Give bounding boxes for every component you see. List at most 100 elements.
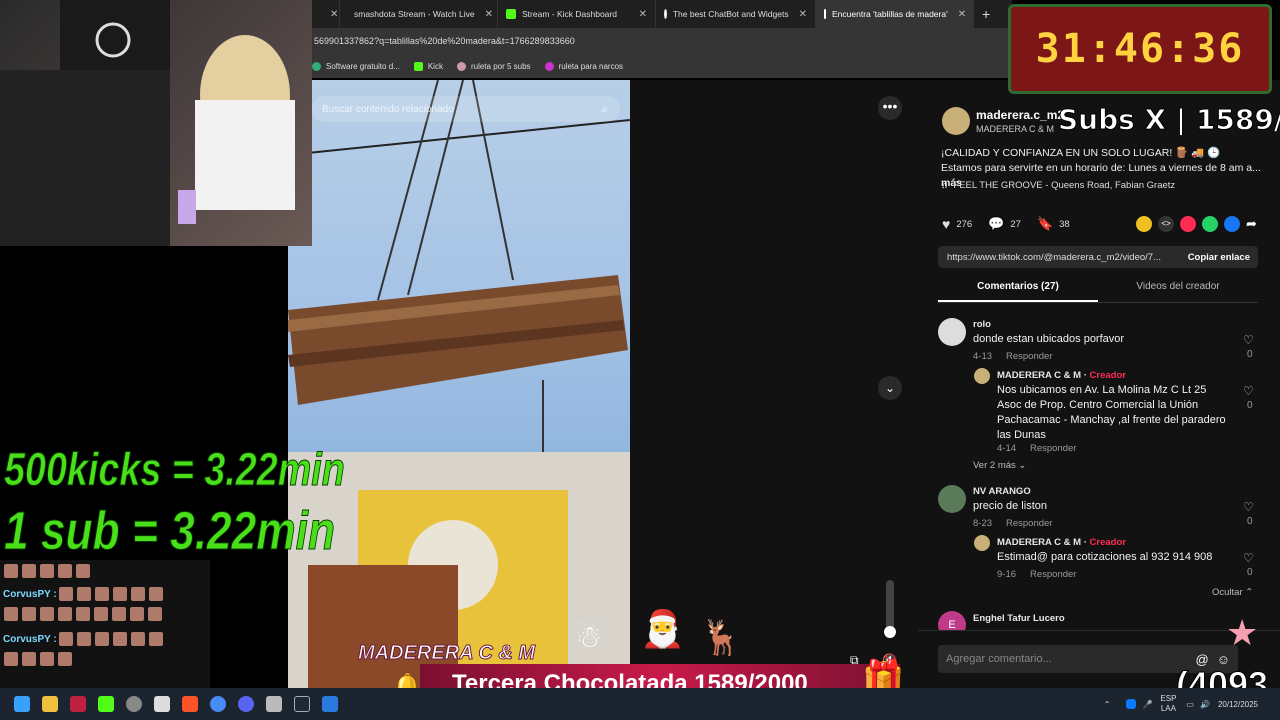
avatar[interactable] — [974, 368, 990, 384]
comment-date: 4-14 — [997, 443, 1017, 454]
clock-date[interactable]: 20/12/2025 — [1218, 700, 1258, 709]
avatar[interactable] — [942, 107, 970, 135]
sub-rule-text: 1 sub = 3.22min — [4, 501, 336, 562]
file-explorer-icon[interactable] — [42, 696, 58, 712]
network-icon[interactable]: ▭ — [1186, 700, 1194, 709]
avatar[interactable] — [974, 535, 990, 551]
windows-start-icon[interactable] — [14, 696, 30, 712]
chrome-icon[interactable] — [210, 696, 226, 712]
more-options-button[interactable]: ••• — [878, 96, 902, 120]
music-row[interactable]: ♫ FEEL THE GROOVE - Queens Road, Fabian … — [941, 180, 1175, 191]
app-icon[interactable] — [322, 696, 338, 712]
browser-tab-bar: ✕ smashdota Stream - Watch Live ✕ Stream … — [312, 0, 1012, 28]
language-indicator[interactable]: ESP LAA — [1160, 694, 1176, 714]
chat-username[interactable]: CorvusPY : — [3, 589, 57, 600]
close-icon[interactable]: ✕ — [475, 9, 493, 20]
coin-icon[interactable] — [1136, 216, 1152, 232]
reply-button[interactable]: Responder — [1030, 443, 1076, 454]
chat-emotes — [0, 560, 210, 585]
chevron-up-icon: ⌃ — [1245, 587, 1254, 598]
copy-link-button[interactable]: Copiar enlace — [1188, 252, 1258, 263]
avatar[interactable] — [938, 318, 966, 346]
tab-smashdota[interactable]: smashdota Stream - Watch Live ✕ — [340, 0, 498, 28]
bookmark-kick[interactable]: Kick — [413, 61, 443, 71]
video-caption: MADERERA C & M — [357, 642, 536, 665]
hide-replies[interactable]: Ocultar ⌃ — [1212, 587, 1253, 598]
facebook-icon[interactable] — [1224, 216, 1240, 232]
santa-decoration: 🎅 — [640, 608, 685, 649]
tab-chatbot[interactable]: The best ChatBot and Widgets ✕ — [656, 0, 816, 28]
music-note-icon: ♫ — [941, 180, 949, 191]
view-more-replies[interactable]: Ver 2 más ⌄ — [973, 460, 1026, 471]
volume-slider[interactable] — [884, 580, 896, 638]
app-icon[interactable] — [266, 696, 282, 712]
comment-like-count: 0 — [1247, 516, 1253, 527]
send-icon[interactable] — [1180, 216, 1196, 232]
related-search-input[interactable]: Buscar contenido relacionado ⌕ — [312, 96, 620, 122]
share-link-text[interactable]: https://www.tiktok.com/@maderera.c_m2/vi… — [938, 252, 1174, 263]
patrick-decoration: ★ — [1226, 612, 1259, 653]
video-player[interactable] — [288, 80, 630, 688]
comment-author[interactable]: rolo — [973, 319, 991, 330]
address-bar[interactable]: 569901337862?q=tablillas%20de%20madera&t… — [312, 28, 1012, 54]
comment-author[interactable]: MADERERA C & M · Creador — [997, 370, 1126, 381]
bookmark-software[interactable]: Software gratuito d... — [312, 61, 400, 71]
bookmark-ruleta-subs[interactable]: ruleta por 5 subs — [456, 61, 531, 71]
tab-tiktok-search[interactable]: Encuentra 'tablillas de madera' ✕ — [816, 0, 974, 28]
comment-like-icon[interactable]: ♡ — [1243, 384, 1254, 398]
close-icon[interactable]: ✕ — [789, 9, 807, 20]
comment-like-icon[interactable]: ♡ — [1243, 551, 1254, 565]
tab-creator-videos[interactable]: Videos del creador — [1098, 281, 1258, 292]
bookmark-ruleta-narcos[interactable]: ruleta para narcos — [544, 61, 623, 71]
app-icon[interactable] — [70, 696, 86, 712]
bookmark-icon — [456, 61, 466, 71]
comment-author[interactable]: Enghel Tafur Lucero — [973, 613, 1065, 624]
search-icon[interactable]: ⌕ — [601, 102, 608, 117]
comment-author[interactable]: NV ARANGO — [973, 486, 1031, 497]
chevron-up-icon[interactable]: ⌃ — [1104, 700, 1111, 709]
chat-username[interactable]: CorvusPY : — [3, 634, 57, 645]
whatsapp-icon[interactable] — [1202, 216, 1218, 232]
kick-icon[interactable] — [98, 696, 114, 712]
share-link-box: https://www.tiktok.com/@maderera.c_m2/vi… — [938, 246, 1258, 268]
reply-button[interactable]: Responder — [1030, 569, 1076, 580]
creator-username[interactable]: maderera.c_m2 — [976, 108, 1064, 122]
embed-icon[interactable]: <> — [1158, 216, 1174, 232]
brave-icon[interactable] — [182, 696, 198, 712]
reply-button[interactable]: Responder — [1006, 351, 1052, 362]
bookmark-icon — [312, 61, 321, 71]
comment-like-icon[interactable]: ♡ — [1243, 333, 1254, 347]
avatar[interactable] — [938, 485, 966, 513]
stats-row: ♥ 276 💬 27 🔖 38 — [942, 216, 1070, 232]
close-icon[interactable]: ✕ — [948, 9, 966, 20]
tab-comments[interactable]: Comentarios (27) — [938, 281, 1098, 292]
comment-like-icon[interactable]: ♡ — [1243, 500, 1254, 514]
tray-icon[interactable] — [1126, 699, 1137, 709]
volume-icon[interactable]: 🔊 — [1200, 700, 1210, 709]
chat-emotes — [0, 648, 210, 675]
share-arrow-icon[interactable]: ➦ — [1246, 216, 1257, 232]
volume-handle[interactable] — [884, 626, 896, 638]
bookmark-icon[interactable]: 🔖 — [1037, 216, 1053, 232]
comment-icon[interactable]: 💬 — [988, 216, 1004, 232]
reply-button[interactable]: Responder — [1006, 518, 1052, 529]
kick-icon — [506, 9, 516, 19]
like-icon[interactable]: ♥ — [942, 216, 950, 232]
tab-kick-dashboard[interactable]: Stream - Kick Dashboard ✕ — [498, 0, 656, 28]
tab-close-partial[interactable]: ✕ — [312, 0, 340, 28]
webcam-overlay — [0, 0, 312, 246]
comment-text: Nos ubicamos en Av. La Molina Mz C Lt 25… — [997, 384, 1226, 441]
kicks-rule-text: 500kicks = 3.22min — [4, 443, 346, 496]
new-tab-button[interactable]: + — [974, 0, 998, 28]
app-icon[interactable] — [154, 696, 170, 712]
microphone-icon[interactable]: 🎤 — [1142, 700, 1152, 709]
next-video-button[interactable]: ⌄ — [878, 376, 902, 400]
comment-author[interactable]: MADERERA C & M · Creador — [997, 537, 1126, 548]
share-icons: <> ➦ — [1136, 216, 1257, 232]
obs-icon[interactable] — [126, 696, 142, 712]
close-icon[interactable]: ✕ — [629, 9, 647, 20]
comment-date: 8-23 — [973, 518, 993, 529]
discord-icon[interactable] — [238, 696, 254, 712]
creator-display-name: MADERERA C & M — [976, 124, 1055, 134]
steam-icon[interactable] — [294, 696, 310, 712]
